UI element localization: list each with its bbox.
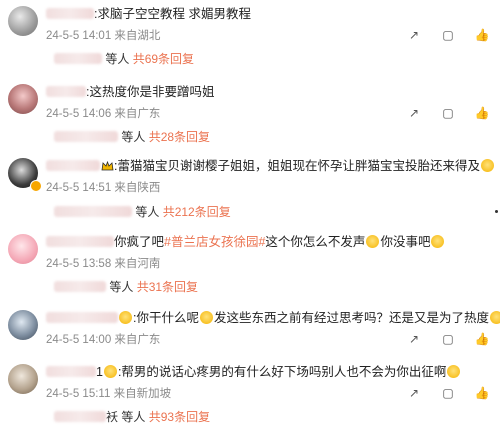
comment-date: 24-5-5 13:58	[46, 258, 112, 270]
comment-location: 来自新加坡	[113, 388, 172, 400]
emoji-icon	[447, 365, 461, 378]
comment-actions: ↗ ▢ 👍	[388, 332, 490, 346]
username-redacted[interactable]	[46, 86, 86, 97]
comment-meta: 24-5-5 14:51 来自陕西	[46, 181, 160, 195]
avatar[interactable]	[8, 364, 38, 394]
share-icon[interactable]: ↗	[406, 332, 422, 346]
reply-count-link[interactable]: 共212条回复	[163, 205, 231, 219]
like-icon[interactable]: 👍	[474, 106, 490, 120]
comment-text: :求脑子空空教程 求媚男教程	[94, 7, 251, 21]
reply-summary[interactable]: 等人 共212条回复	[54, 205, 231, 219]
comment-date: 24-5-5 14:00	[46, 334, 112, 346]
comment-location: 来自河南	[114, 258, 161, 270]
avatar[interactable]	[8, 6, 38, 36]
emoji-icon	[431, 235, 445, 248]
username-redacted[interactable]	[46, 160, 100, 171]
comment-location: 来自广东	[114, 334, 161, 346]
comment-location: 来自陕西	[114, 182, 161, 194]
topic-link[interactable]: #普兰店女孩徐园#	[164, 235, 265, 249]
scroll-indicator[interactable]	[495, 210, 498, 213]
like-icon[interactable]: 👍	[474, 332, 490, 346]
comment-date: 24-5-5 14:06	[46, 108, 112, 120]
replier-redacted	[54, 411, 106, 422]
comment-text: :这热度你是非要蹭吗姐	[86, 85, 215, 99]
emoji-icon	[199, 311, 213, 324]
crown-icon	[101, 161, 114, 171]
fan-badge-icon	[103, 365, 117, 378]
comment-icon[interactable]: ▢	[440, 106, 456, 120]
emoji-icon	[480, 159, 494, 172]
replier-redacted	[54, 131, 118, 142]
comment-date: 24-5-5 14:01	[46, 30, 112, 42]
comment-item: :蕾猫猫宝贝谢谢樱子姐姐，姐姐现在怀孕让胖猫宝宝投胎还来得及 24-5-5 14…	[0, 152, 500, 224]
comment-location: 来自广东	[114, 108, 161, 120]
comment-date: 24-5-5 14:51	[46, 182, 112, 194]
username-redacted[interactable]	[46, 312, 118, 323]
reply-count-link[interactable]: 共31条回复	[137, 280, 198, 294]
comment-meta: 24-5-5 15:11 来自新加坡	[46, 387, 171, 401]
reply-summary[interactable]: 等人 共31条回复	[54, 280, 198, 294]
avatar[interactable]	[8, 234, 38, 264]
reply-count-link[interactable]: 共69条回复	[133, 52, 194, 66]
replier-redacted	[54, 281, 106, 292]
comment-location: 来自湖北	[114, 30, 161, 42]
comment-item: :你干什么呢 发这些东西之前有经过思考吗？还是又是为了热度 24-5-5 14:0…	[0, 304, 500, 362]
comment-actions: ↗ ▢ 👍	[388, 386, 490, 400]
comment-icon[interactable]: ▢	[440, 332, 456, 346]
emoji-icon	[490, 311, 500, 324]
comment-feed: :求脑子空空教程 求媚男教程 24-5-5 14:01 来自湖北 ↗ ▢ 👍 等人 …	[0, 0, 500, 431]
comment-text: :帮男的说话心疼男的有什么好下场吗别人也不会为你出征啊	[117, 365, 447, 379]
fan-badge-icon	[119, 311, 132, 324]
reply-summary[interactable]: 等人 共69条回复	[54, 52, 194, 66]
comment-item: :这热度你是非要蹭吗姐 24-5-5 14:06 来自广东 ↗ ▢ 👍 等人 共28…	[0, 78, 500, 150]
reply-summary[interactable]: 袄 等人 共93条回复	[54, 410, 210, 424]
verified-badge	[30, 180, 42, 192]
username-redacted[interactable]	[46, 366, 96, 377]
replier-redacted	[54, 53, 102, 64]
replier-redacted	[54, 206, 132, 217]
comment-meta: 24-5-5 13:58 来自河南	[46, 257, 160, 271]
share-icon[interactable]: ↗	[406, 106, 422, 120]
comment-item: :求脑子空空教程 求媚男教程 24-5-5 14:01 来自湖北 ↗ ▢ 👍 等人 …	[0, 0, 500, 72]
emoji-icon	[366, 235, 380, 248]
comment-date: 24-5-5 15:11	[46, 388, 111, 400]
comment-meta: 24-5-5 14:01 来自湖北	[46, 29, 160, 43]
reply-count-link[interactable]: 共93条回复	[149, 410, 210, 424]
comment-icon[interactable]: ▢	[440, 386, 456, 400]
avatar[interactable]	[8, 84, 38, 114]
username-redacted[interactable]	[46, 236, 114, 247]
like-icon[interactable]: 👍	[474, 386, 490, 400]
username-redacted[interactable]	[46, 8, 94, 19]
comment-item: 1:帮男的说话心疼男的有什么好下场吗别人也不会为你出征啊 24-5-5 15:1…	[0, 358, 500, 431]
share-icon[interactable]: ↗	[406, 28, 422, 42]
comment-meta: 24-5-5 14:06 来自广东	[46, 107, 160, 121]
like-icon[interactable]: 👍	[474, 28, 490, 42]
reply-summary[interactable]: 等人 共28条回复	[54, 130, 210, 144]
comment-text: :蕾猫猫宝贝谢谢樱子姐姐，姐姐现在怀孕让胖猫宝宝投胎还来得及	[114, 159, 480, 173]
comment-icon[interactable]: ▢	[440, 28, 456, 42]
comment-meta: 24-5-5 14:00 来自广东	[46, 333, 160, 347]
share-icon[interactable]: ↗	[406, 386, 422, 400]
comment-item: 你疯了吧#普兰店女孩徐园#这个你怎么不发声 你没事吧 24-5-5 13:58 来…	[0, 228, 500, 300]
reply-count-link[interactable]: 共28条回复	[149, 130, 210, 144]
comment-actions: ↗ ▢ 👍	[388, 106, 490, 120]
comment-actions: ↗ ▢ 👍	[388, 28, 490, 42]
avatar[interactable]	[8, 310, 38, 340]
